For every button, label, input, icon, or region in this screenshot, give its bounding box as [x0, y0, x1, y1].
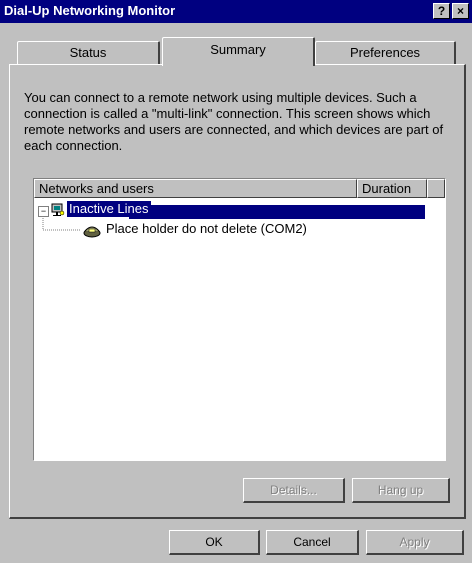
- tab-summary[interactable]: Summary: [162, 37, 315, 66]
- network-connection-icon: [51, 203, 65, 216]
- cancel-button[interactable]: Cancel: [266, 530, 359, 555]
- list-header: Networks and users Duration: [34, 179, 445, 198]
- tree-item-inactive-lines[interactable]: Inactive Lines: [67, 201, 151, 217]
- details-button[interactable]: Details...: [243, 478, 345, 503]
- details-button-label: Details...: [270, 483, 317, 497]
- tab-strip: Status Summary Preferences: [0, 23, 472, 71]
- dialup-monitor-window: Dial-Up Networking Monitor ? × Status Su…: [0, 0, 472, 563]
- column-networks-and-users[interactable]: Networks and users: [34, 179, 357, 198]
- apply-button-label: Apply: [399, 535, 430, 549]
- help-button[interactable]: ?: [433, 3, 450, 19]
- ok-button[interactable]: OK: [169, 530, 260, 555]
- apply-button[interactable]: Apply: [366, 530, 464, 555]
- modem-icon: [83, 226, 101, 238]
- tab-preferences[interactable]: Preferences: [315, 41, 456, 64]
- network-tree: − Inactive Lines Place holder do not del…: [34, 199, 445, 459]
- hang-up-button-label: Hang up: [377, 483, 424, 497]
- cancel-button-label: Cancel: [293, 535, 331, 549]
- window-title: Dial-Up Networking Monitor: [4, 3, 176, 18]
- column-duration[interactable]: Duration: [357, 179, 427, 198]
- selection-highlight: [129, 205, 425, 219]
- tree-item-com2-placeholder[interactable]: Place holder do not delete (COM2): [106, 221, 307, 237]
- tab-status[interactable]: Status: [17, 41, 160, 64]
- column-filler: [427, 179, 445, 198]
- networks-list-view[interactable]: Networks and users Duration − Inactive L…: [33, 178, 446, 461]
- close-button[interactable]: ×: [452, 3, 469, 19]
- hang-up-button[interactable]: Hang up: [352, 478, 450, 503]
- summary-description: You can connect to a remote network usin…: [24, 90, 444, 153]
- ok-button-label: OK: [205, 535, 223, 549]
- title-bar[interactable]: Dial-Up Networking Monitor ? ×: [0, 0, 472, 23]
- collapse-toggle-icon[interactable]: −: [38, 206, 49, 217]
